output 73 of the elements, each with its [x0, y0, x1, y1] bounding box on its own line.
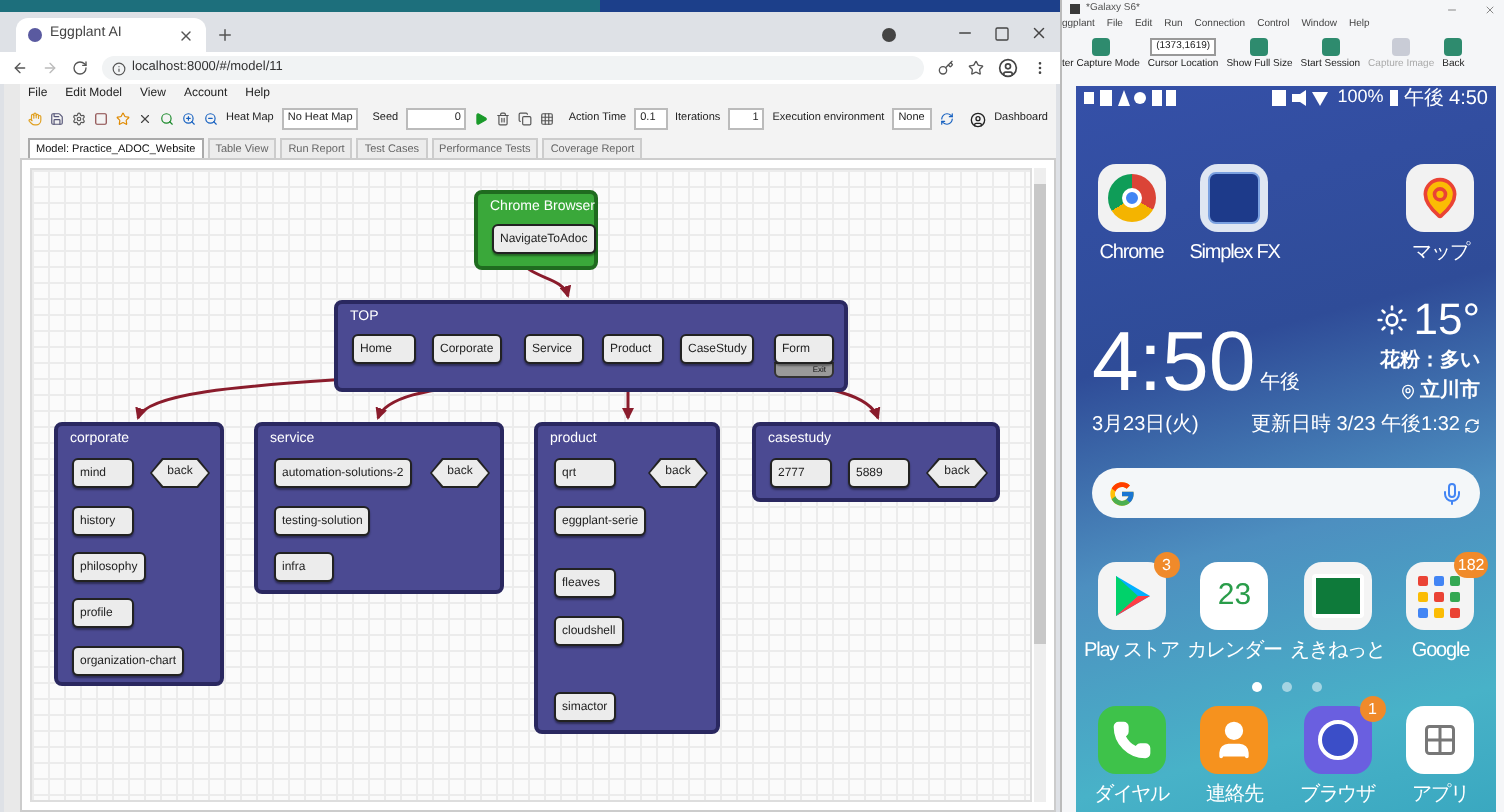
map-pin-icon[interactable] [1406, 164, 1475, 232]
play-triangle-icon[interactable] [1097, 562, 1166, 630]
grid-icon[interactable] [540, 112, 555, 126]
zoom-out-icon[interactable] [204, 112, 218, 126]
tool-icon[interactable] [1444, 37, 1463, 55]
copy-icon[interactable] [518, 112, 533, 126]
battery-percent: 100% [1337, 84, 1384, 111]
app-label: カレンダー [1187, 640, 1282, 664]
app-label: 連絡先 [1206, 784, 1263, 808]
temperature: 15° [1413, 298, 1480, 342]
info-icon [112, 61, 126, 75]
scrollbar[interactable] [1034, 168, 1046, 802]
star-icon[interactable] [968, 60, 984, 76]
tool-icon[interactable] [1250, 37, 1269, 55]
clock-time: 4:50 [1092, 318, 1256, 406]
settings-icon[interactable] [72, 112, 86, 126]
reload-icon[interactable] [72, 60, 88, 76]
location-pin-icon [1400, 383, 1416, 399]
favicon-icon [28, 28, 42, 42]
notification-badge: 3 [1153, 552, 1180, 578]
google-icon [1108, 479, 1136, 507]
app-label: ブラウザ [1299, 784, 1376, 808]
save-icon[interactable] [50, 112, 64, 126]
card-icon[interactable] [1303, 562, 1372, 630]
app-label: Play ストア [1084, 640, 1179, 664]
back-icon[interactable] [12, 60, 28, 76]
clock-date: 3月23日(火) [1092, 411, 1199, 440]
sun-icon [1375, 304, 1408, 336]
search-bar[interactable] [1092, 468, 1480, 518]
app-label: えきねっと [1290, 640, 1385, 664]
circle-logo-icon[interactable] [1097, 164, 1166, 232]
person-icon[interactable] [1200, 706, 1269, 774]
app-label: アプリ [1412, 784, 1469, 808]
app-label: Simplex FX [1189, 242, 1280, 266]
refresh-icon[interactable] [1464, 417, 1480, 433]
maximize-icon[interactable] [994, 26, 1010, 42]
app-label: Chrome [1099, 242, 1164, 266]
battery-icon [1389, 90, 1398, 106]
app-label: ダイヤル [1093, 784, 1170, 808]
model-canvas[interactable] [30, 168, 1032, 802]
play-icon[interactable] [474, 112, 489, 126]
tool-icon[interactable] [1091, 37, 1110, 55]
new-tab-icon[interactable] [216, 26, 234, 44]
close-icon[interactable] [178, 27, 194, 43]
delete-icon[interactable] [138, 112, 152, 126]
close-window-icon[interactable] [1484, 3, 1496, 15]
signal-icons-drawing [1271, 90, 1332, 106]
phone-icon[interactable] [1097, 706, 1166, 774]
dots-grid-icon[interactable] [1406, 706, 1475, 774]
clock-ampm: 午後 [1259, 370, 1300, 398]
app-label: Google [1411, 640, 1470, 664]
star-icon[interactable] [116, 112, 130, 126]
refresh-icon[interactable] [940, 112, 955, 126]
update-time: 更新日時 3/23 午後1:32 [1251, 411, 1460, 440]
zoom-in-icon[interactable] [182, 112, 196, 126]
trash-icon[interactable] [496, 112, 511, 126]
app-logo-icon [1070, 4, 1080, 14]
key-icon[interactable] [938, 60, 954, 76]
tool-icon[interactable] [1321, 37, 1340, 55]
phone-screen[interactable]: 100% 午後 4:50 Chrome Simplex FX マップ 4:50 午後 15° 花粉：多い 立川市 3月23日(火) 更新日時 3/23 午後1:32 3 Play ストア 23 カレンダー えきねっと 182 Google ダイヤル 連絡先 1 ブラウザ アプリ [1076, 86, 1496, 812]
dashboard-icon[interactable] [970, 111, 987, 127]
profile-icon[interactable] [998, 58, 1018, 78]
status-time: 午後 4:50 [1403, 85, 1488, 113]
pollen-level: 花粉：多い [1380, 347, 1480, 376]
notification-badge: 1 [1359, 696, 1386, 722]
app-label: マップ [1412, 242, 1469, 266]
mic-icon[interactable] [1440, 481, 1464, 505]
city-name: 立川市 [1420, 376, 1480, 406]
search-icon[interactable] [160, 112, 174, 126]
notification-icons-drawing [1084, 90, 1176, 106]
square-icon[interactable] [94, 112, 108, 126]
notification-badge: 182 [1453, 552, 1489, 578]
close-window-icon[interactable] [1030, 24, 1048, 42]
